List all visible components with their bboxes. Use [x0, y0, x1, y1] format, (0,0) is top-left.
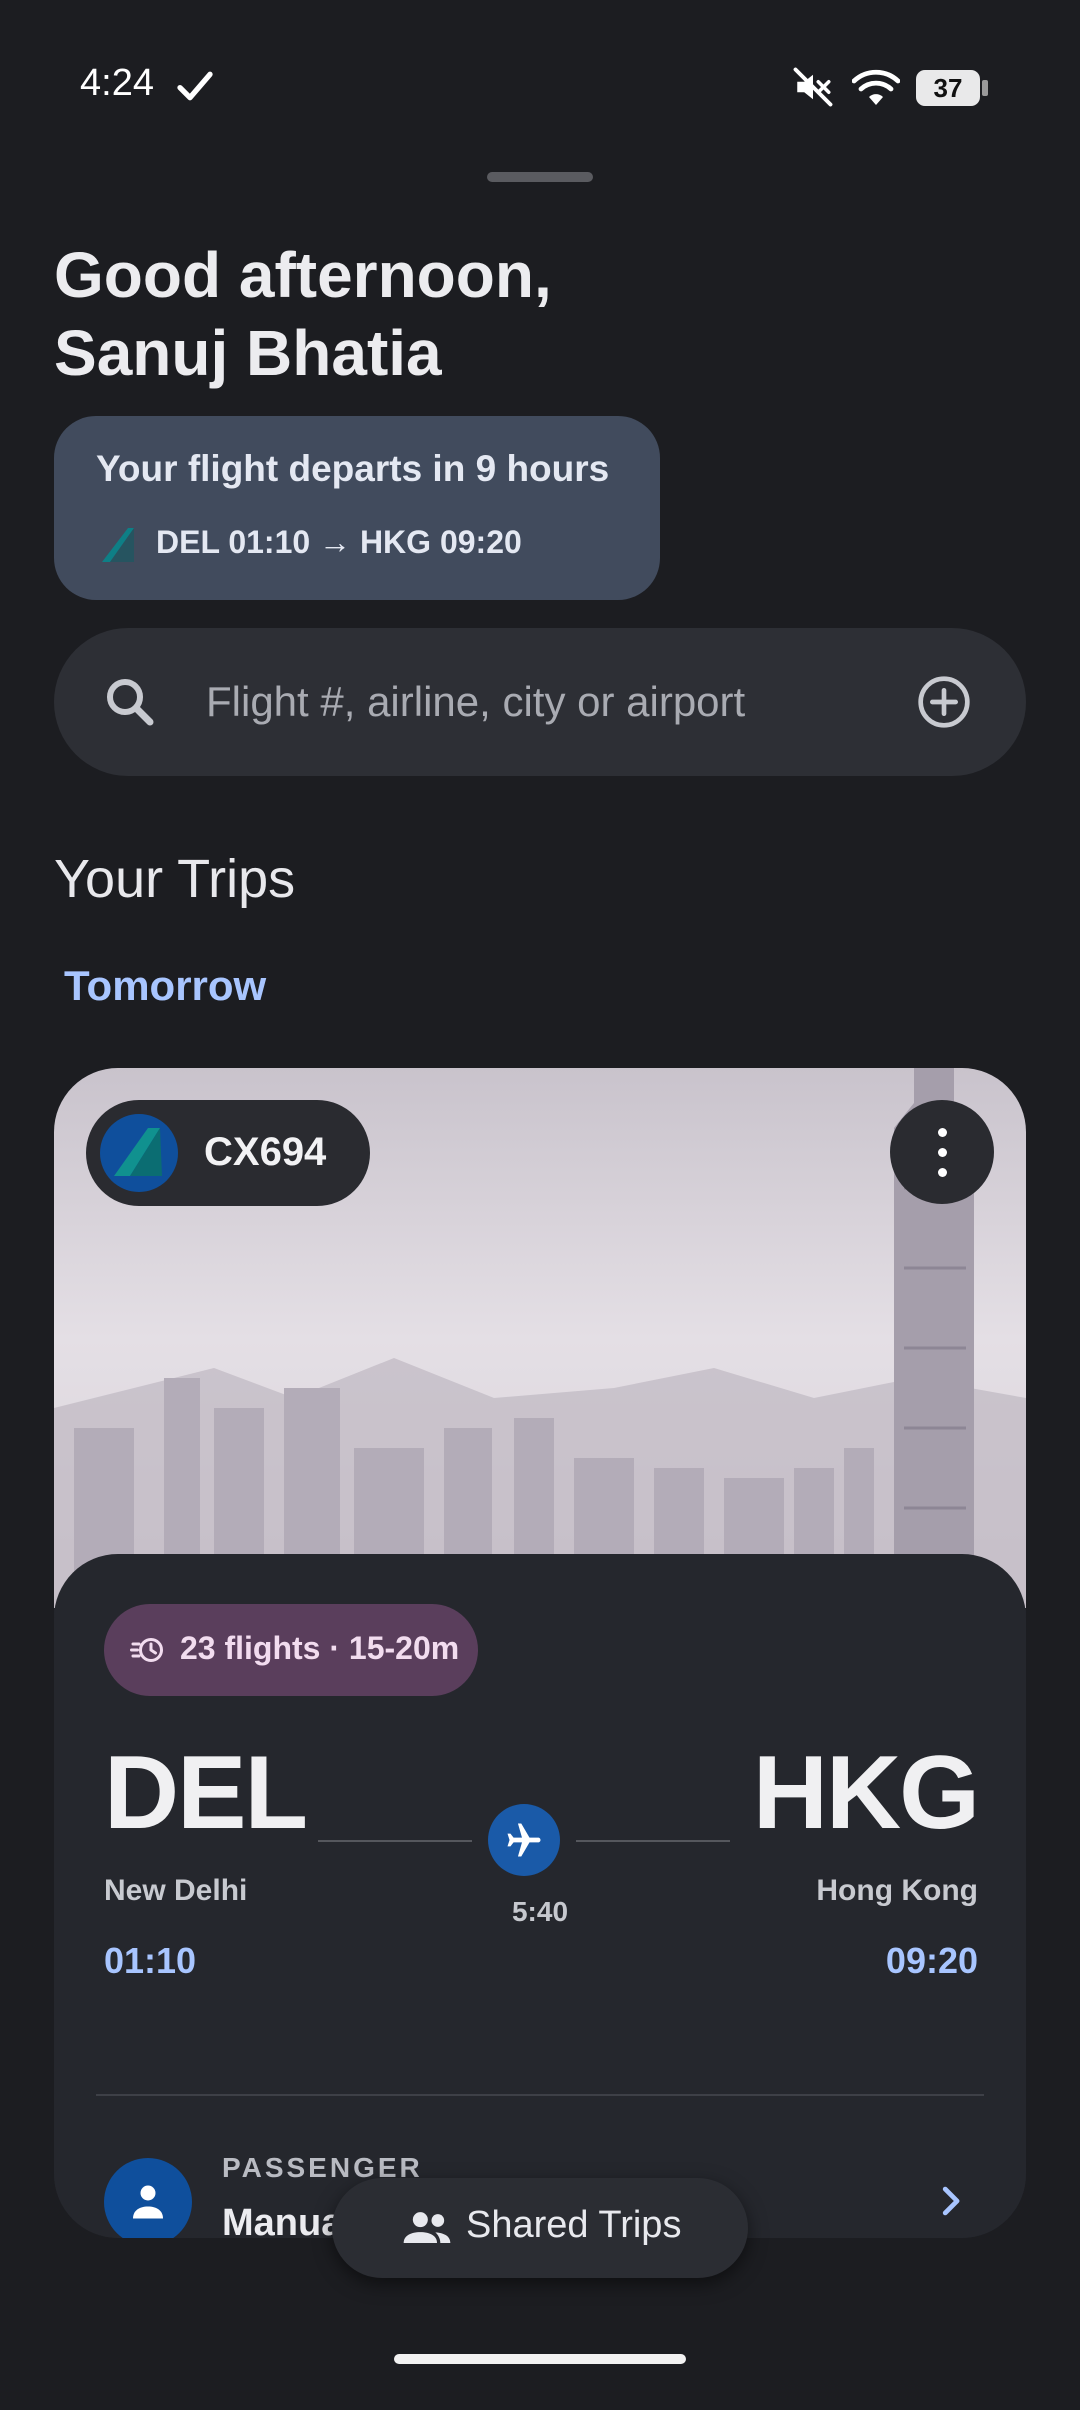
date-label: Tomorrow	[64, 962, 267, 1009]
shared-trips-label: Shared Trips	[466, 2204, 682, 2246]
airline-logo-icon	[102, 528, 134, 562]
more-vert-icon	[938, 1128, 947, 1137]
user-name: Sanuj Bhatia	[54, 317, 442, 389]
airplane-icon	[507, 1823, 541, 1857]
people-icon	[403, 2212, 451, 2243]
passenger-avatar	[104, 2158, 192, 2238]
greeting-line: Good afternoon,	[54, 239, 552, 311]
mute-icon	[793, 67, 833, 107]
search-placeholder: Flight #, airline, city or airport	[206, 678, 746, 725]
destination-code: HKG	[752, 1735, 980, 1851]
battery-level: 37	[916, 70, 980, 106]
flight-departure-banner[interactable]: Your flight departs in 9 hours DEL 01:10…	[54, 416, 660, 600]
add-icon[interactable]	[916, 674, 972, 730]
check-icon	[177, 71, 213, 101]
wifi-icon	[852, 69, 900, 105]
destination-city: Hong Kong	[816, 1874, 978, 1907]
divider	[96, 2094, 984, 2096]
flight-progress-marker	[488, 1804, 560, 1876]
person-icon	[133, 2185, 163, 2219]
flight-number-chip[interactable]: CX694	[86, 1100, 370, 1206]
departure-time: 01:10	[104, 1940, 197, 1981]
frequency-badge: 23 flights · 15-20m	[104, 1604, 478, 1696]
origin-city: New Delhi	[104, 1874, 248, 1907]
search-icon	[107, 679, 154, 726]
origin-code: DEL	[104, 1735, 308, 1851]
trip-card[interactable]: CX694 23 flights · 15-20m DEL HKG 5:40 N…	[54, 1068, 1026, 2238]
flight-number: CX694	[204, 1130, 327, 1174]
banner-route: DEL 01:10 → HKG 09:20	[156, 524, 522, 560]
section-title-your-trips: Your Trips	[54, 849, 296, 909]
airline-logo-icon	[100, 1114, 178, 1192]
arrival-time: 09:20	[885, 1940, 978, 1981]
route-line-left	[318, 1840, 472, 1842]
more-options-button[interactable]	[890, 1100, 994, 1204]
trip-card-body: 23 flights · 15-20m DEL HKG 5:40 New Del…	[54, 1554, 1026, 2238]
battery-icon: 37	[916, 70, 988, 106]
frequency-label: 23 flights · 15-20m	[180, 1630, 460, 1666]
banner-title: Your flight departs in 9 hours	[96, 448, 610, 489]
greeting: Good afternoon, Sanuj Bhatia	[54, 236, 552, 392]
schedule-icon	[130, 1638, 163, 1662]
status-bar: 4:24 37	[0, 0, 1080, 170]
drag-handle[interactable]	[487, 172, 593, 182]
search-input[interactable]: Flight #, airline, city or airport	[54, 628, 1026, 776]
route-line-right	[576, 1840, 730, 1842]
home-indicator[interactable]	[394, 2354, 686, 2364]
status-time: 4:24	[80, 62, 154, 104]
chevron-right-icon[interactable]	[938, 2184, 966, 2218]
shared-trips-button[interactable]: Shared Trips	[332, 2178, 748, 2278]
